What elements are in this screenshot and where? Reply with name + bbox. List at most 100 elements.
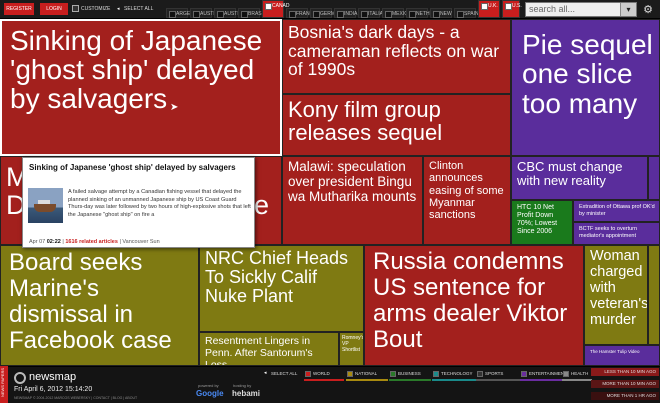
popup-meta: Apr 07 02:22 | 1616 related articles | V… [29, 239, 160, 245]
country-brasil[interactable]: BRASIL [238, 8, 266, 18]
legend-oldest: MORE THAN 1 HR AGO [591, 392, 659, 400]
select-all-arrow-icon: ◂ [117, 6, 120, 12]
news-tile[interactable]: Bosnia's dark days - a cameraman reflect… [282, 19, 511, 94]
category-color-bar [432, 379, 476, 381]
checkbox-icon [477, 371, 483, 377]
tile-headline: Board seeks Marine's dismissal in Facebo… [9, 249, 172, 354]
news-tile[interactable]: Extradition of Ottawa prof OK'd by minis… [573, 200, 660, 222]
country-argen[interactable]: ARGEN [166, 8, 194, 18]
news-tile[interactable]: Kony film group releases sequel [282, 94, 511, 156]
select-all-countries[interactable]: SELECT ALL [124, 3, 153, 15]
checkbox-icon [433, 371, 439, 377]
tile-headline: BCTF seeks to overturn mediator's appoin… [579, 226, 638, 239]
category-world[interactable]: WORLD [304, 369, 344, 381]
country-spain[interactable]: SPAIN [454, 8, 479, 18]
news-tile[interactable]: Board seeks Marine's dismissal in Facebo… [0, 245, 199, 366]
tile-headline: Pie sequel one slice too many [522, 29, 653, 119]
tile-headline: The Hamster Tulip Video [590, 349, 640, 354]
category-color-bar [346, 379, 388, 381]
news-tile[interactable]: Malawi: speculation over president Bingu… [282, 156, 423, 245]
country-germa[interactable]: GERMA [310, 8, 338, 18]
tile-headline: HTC 10 Net Profit Down 70%; Lowest Since… [517, 204, 558, 236]
article-thumbnail[interactable] [28, 188, 63, 223]
category-sports[interactable]: SPORTS [476, 369, 520, 381]
checkbox-icon [563, 371, 569, 377]
news-tile[interactable]: Woman charged with veteran's murder [584, 245, 648, 345]
footer-links[interactable]: NEWSMAP © 2004-2012 MARCOS WEBERSKY | CO… [14, 396, 137, 400]
legend-older: MORE THAN 10 MIN AGO [591, 380, 659, 388]
ship-hull-shape [34, 204, 56, 212]
popup-summary: A failed salvage attempt by a Canadian f… [68, 189, 251, 218]
country-uk[interactable]: U.K. [478, 0, 500, 18]
news-tile-small[interactable] [648, 245, 660, 345]
news-tile[interactable]: NRC Chief Heads To Sickly Calif Nuke Pla… [199, 245, 364, 332]
country-india[interactable]: INDIA [334, 8, 357, 18]
popup-source[interactable]: Vancouver Sun [122, 239, 159, 245]
news-tile[interactable]: Resentment Lingers in Penn. After Santor… [199, 332, 339, 366]
gear-icon[interactable]: ⚙ [640, 3, 656, 17]
login-button[interactable]: LOGIN [40, 3, 68, 15]
tile-headline: Clinton announces easing of some Myanmar… [429, 160, 504, 222]
category-color-bar [304, 379, 344, 381]
news-tile[interactable]: Pie sequel one slice too many [511, 19, 660, 156]
news-tile[interactable]: Sinking of Japanese 'ghost ship' delayed… [0, 19, 282, 156]
news-tile[interactable]: Romney's VP Shortlist [339, 332, 364, 366]
select-all-arrow-icon: ◂ [264, 370, 267, 376]
tile-headline: Kony film group releases sequel [288, 97, 443, 146]
search-dropdown-icon[interactable]: ▾ [620, 3, 636, 16]
country-us[interactable]: U.S. [502, 0, 522, 18]
category-technology[interactable]: TECHNOLOGY [432, 369, 476, 381]
related-articles-link[interactable]: 1616 related articles [65, 239, 118, 245]
country-austri[interactable]: AUSTRI [214, 8, 242, 18]
category-business[interactable]: BUSINESS [389, 369, 431, 381]
select-all-categories[interactable]: SELECT ALL [271, 370, 297, 378]
checkbox-icon [305, 371, 311, 377]
top-toolbar: REGISTER LOGIN CUSTOMIZE ◂ SELECT ALL AR… [0, 0, 660, 27]
tile-headline: Bosnia's dark days - a cameraman reflect… [288, 22, 500, 80]
mouse-cursor-icon: ➤ [170, 102, 179, 113]
news-tile[interactable]: Russia condemns US sentence for arms dea… [364, 245, 584, 366]
category-national[interactable]: NATIONAL [346, 369, 388, 381]
article-preview-popup: Sinking of Japanese 'ghost ship' delayed… [22, 157, 255, 248]
tile-headline: e [254, 190, 270, 220]
tile-headline: Resentment Lingers in Penn. After Santor… [205, 335, 313, 366]
category-color-bar [389, 379, 431, 381]
tile-headline: Woman charged with veteran's murder [590, 248, 648, 328]
news-tile[interactable]: CBC must change with new reality [511, 156, 648, 200]
checkbox-icon [347, 371, 353, 377]
datetime: Fri April 6, 2012 15:14:20 [14, 386, 93, 393]
tile-headline: NRC Chief Heads To Sickly Calif Nuke Pla… [205, 248, 349, 306]
popup-time: 02:22 [46, 239, 61, 245]
news-tile[interactable]: The Hamster Tulip Video [584, 345, 660, 366]
country-newz[interactable]: NEW Z [430, 8, 452, 27]
country-austr[interactable]: AUSTR [190, 8, 217, 18]
tile-headline: Romney's VP Shortlist [342, 335, 364, 353]
side-label: NEWS PAPERS [0, 366, 8, 403]
category-entertainment[interactable]: ENTERTAINMENT [520, 369, 567, 381]
category-color-bar [562, 379, 592, 381]
checkbox-icon [521, 371, 527, 377]
news-tile[interactable]: Clinton announces easing of some Myanmar… [423, 156, 511, 245]
checkbox-icon [390, 371, 396, 377]
host-logo: hebami [232, 389, 261, 398]
country-franc[interactable]: FRANC [286, 8, 313, 18]
tile-headline: Sinking of Japanese 'ghost ship' delayed… [10, 25, 263, 114]
country-mexic[interactable]: MEXIC [382, 8, 408, 18]
popup-date: Apr 07 [29, 239, 46, 245]
powered-by-label: powered by [198, 383, 219, 388]
news-tile-small[interactable] [648, 156, 660, 200]
country-nethe[interactable]: NETHE [406, 8, 433, 18]
country-italia[interactable]: ITALIA [358, 8, 383, 18]
tile-headline: Russia condemns US sentence for arms dea… [373, 248, 568, 353]
category-health[interactable]: HEALTH [562, 369, 592, 381]
legend-recent: LESS THAN 10 MIN AGO [591, 368, 659, 376]
customize-checkbox[interactable] [72, 5, 79, 12]
register-button[interactable]: REGISTER [4, 3, 34, 15]
tile-headline: Extradition of Ottawa prof OK'd by minis… [579, 204, 655, 217]
tile-headline: CBC must change with new reality [517, 159, 623, 189]
tile-headline: Malawi: speculation over president Bingu… [288, 159, 417, 204]
news-tile[interactable]: HTC 10 Net Profit Down 70%; Lowest Since… [511, 200, 573, 245]
country-canad[interactable]: CANAD [262, 0, 290, 18]
popup-title: Sinking of Japanese 'ghost ship' delayed… [29, 163, 236, 172]
news-tile[interactable]: BCTF seeks to overturn mediator's appoin… [573, 222, 660, 245]
